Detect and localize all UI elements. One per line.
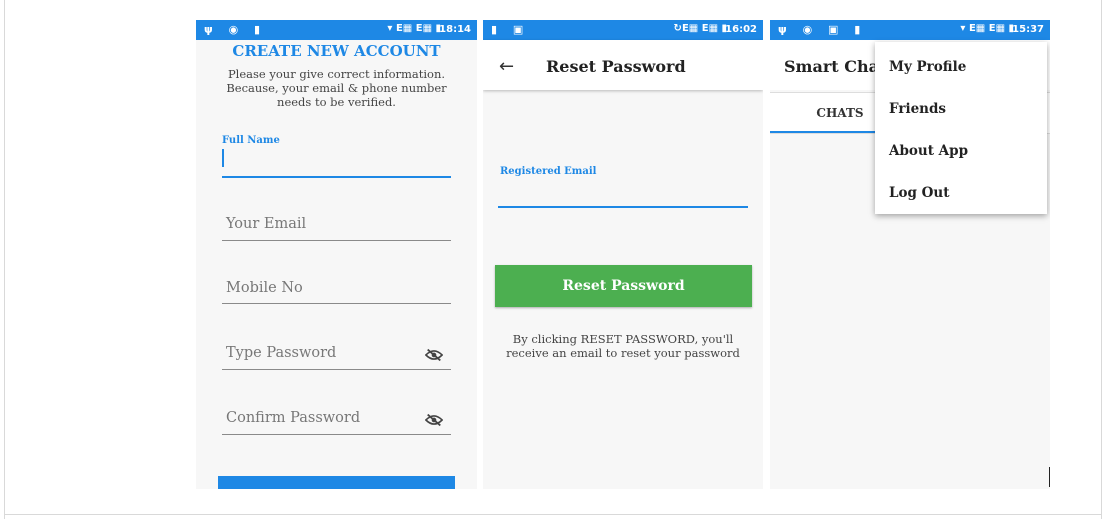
status-time: 16:02 <box>725 24 757 35</box>
description-text: Please your give correct information. Be… <box>226 67 447 109</box>
mobile-placeholder: Mobile No <box>226 280 303 296</box>
field-underline <box>222 176 451 178</box>
menu-item-about-app[interactable]: About App <box>889 143 968 159</box>
eye-off-icon[interactable] <box>425 413 443 427</box>
signal-icons: ▾ E▦ E▦ ▮ <box>960 23 1014 34</box>
full-name-field[interactable]: Full Name <box>222 135 451 179</box>
notification-icons: ▮ ▣ <box>491 23 530 36</box>
mobile-field[interactable]: Mobile No <box>222 280 451 306</box>
signal-icons: ▾ E▦ E▦ ▮ <box>387 23 441 34</box>
field-underline <box>222 303 451 304</box>
status-bar: ψ ◉ ▣ ▮ ▾ E▦ E▦ ▮ 15:37 <box>770 20 1050 40</box>
menu-item-friends[interactable]: Friends <box>889 101 946 117</box>
status-bar: ▮ ▣ ↻E▦ E▦ ▮ 16:02 <box>483 20 763 40</box>
confirm-password-placeholder: Confirm Password <box>226 410 361 426</box>
reset-password-button[interactable]: Reset Password <box>495 265 752 307</box>
status-bar: ψ ◉ ▮ ▾ E▦ E▦ ▮ 18:14 <box>196 20 477 40</box>
reset-password-screen: ▮ ▣ ↻E▦ E▦ ▮ 16:02 ← Reset Password Regi… <box>483 20 763 489</box>
eye-off-icon[interactable] <box>425 348 443 362</box>
app-bar: ← Reset Password <box>483 40 763 90</box>
status-time: 15:37 <box>1012 24 1044 35</box>
notification-icons: ψ ◉ ▣ ▮ <box>778 23 867 36</box>
signal-icons: ↻E▦ E▦ ▮ <box>673 23 727 34</box>
registered-email-label: Registered Email <box>500 166 597 177</box>
frame-border-right <box>1101 0 1102 519</box>
field-underline <box>222 434 451 435</box>
text-cursor <box>1049 467 1050 487</box>
field-underline <box>222 369 451 370</box>
register-button[interactable] <box>218 476 455 489</box>
chat-home-screen: ψ ◉ ▣ ▮ ▾ E▦ E▦ ▮ 15:37 Smart Chat CHATS… <box>770 20 1050 489</box>
menu-item-my-profile[interactable]: My Profile <box>889 59 966 75</box>
menu-item-log-out[interactable]: Log Out <box>889 185 949 201</box>
reset-note-text: By clicking RESET PASSWORD, you'll recei… <box>506 332 740 360</box>
page-title: CREATE NEW ACCOUNT <box>232 42 441 60</box>
page-title: Smart Chat <box>784 57 887 76</box>
frame-border-left <box>4 0 5 519</box>
field-underline <box>222 240 451 241</box>
text-cursor <box>222 149 224 167</box>
back-arrow-icon[interactable]: ← <box>499 56 514 77</box>
full-name-label: Full Name <box>222 135 280 146</box>
page-title: Reset Password <box>546 57 686 76</box>
overflow-menu: My Profile Friends About App Log Out <box>875 42 1047 214</box>
email-field[interactable]: Your Email <box>222 216 451 242</box>
confirm-password-field[interactable]: Confirm Password <box>222 410 451 436</box>
status-time: 18:14 <box>439 24 471 35</box>
password-placeholder: Type Password <box>226 345 337 361</box>
email-placeholder: Your Email <box>226 216 307 232</box>
registered-email-input[interactable] <box>498 206 748 208</box>
register-screen: ψ ◉ ▮ ▾ E▦ E▦ ▮ 18:14 CREATE NEW ACCOUNT… <box>196 20 477 489</box>
password-field[interactable]: Type Password <box>222 345 451 371</box>
frame-border-bottom <box>4 514 1102 515</box>
notification-icons: ψ ◉ ▮ <box>204 23 267 36</box>
